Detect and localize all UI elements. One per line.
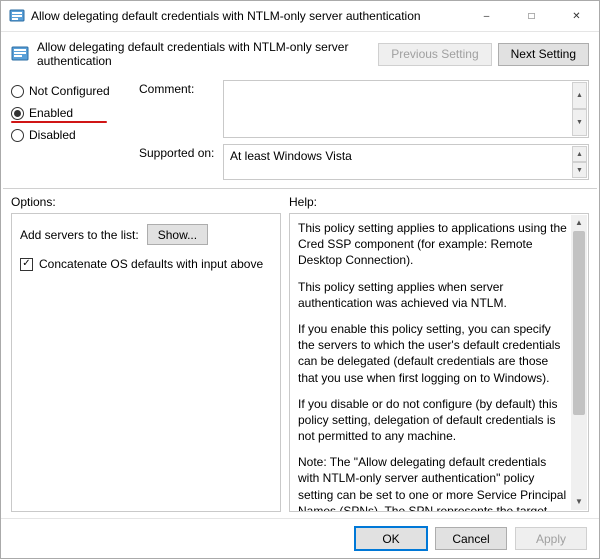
comment-label: Comment: — [139, 80, 217, 96]
header-row: Allow delegating default credentials wit… — [1, 32, 599, 76]
help-scrollbar[interactable]: ▲ ▼ — [571, 215, 587, 510]
help-pane: This policy setting applies to applicati… — [289, 213, 589, 512]
maximize-button[interactable]: □ — [509, 1, 554, 31]
show-button[interactable]: Show... — [147, 224, 208, 245]
supported-value: At least Windows Vista — [230, 149, 352, 163]
supported-box: At least Windows Vista ▲ ▼ — [223, 144, 589, 180]
policy-dialog: Allow delegating default credentials wit… — [0, 0, 600, 559]
scroll-track[interactable] — [571, 231, 587, 494]
help-label: Help: — [289, 195, 317, 209]
chevron-down-icon[interactable]: ▼ — [572, 162, 587, 178]
nav-buttons: Previous Setting Next Setting — [378, 43, 589, 66]
comment-row: Comment: ▲ ▼ — [139, 80, 589, 138]
chevron-down-icon[interactable]: ▼ — [571, 494, 587, 510]
comment-column: Comment: ▲ ▼ Supported on: At least Wind… — [139, 80, 589, 180]
radio-enabled[interactable]: Enabled — [11, 106, 129, 120]
options-pane: Add servers to the list: Show... ✓ Conca… — [11, 213, 281, 512]
state-radios: Not Configured Enabled Disabled — [11, 80, 129, 180]
window-buttons: ‒ □ ✕ — [464, 1, 599, 31]
minimize-button[interactable]: ‒ — [464, 1, 509, 31]
chevron-up-icon[interactable]: ▲ — [572, 146, 587, 162]
cancel-button[interactable]: Cancel — [435, 527, 507, 550]
chevron-down-icon[interactable]: ▼ — [572, 109, 587, 136]
radio-icon — [11, 85, 24, 98]
supported-row: Supported on: At least Windows Vista ▲ ▼ — [139, 144, 589, 180]
help-text: Note: The "Allow delegating default cred… — [298, 454, 570, 512]
previous-setting-button: Previous Setting — [378, 43, 491, 66]
apply-button: Apply — [515, 527, 587, 550]
policy-icon — [11, 45, 29, 63]
scroll-thumb[interactable] — [573, 231, 585, 415]
concat-checkbox[interactable]: ✓ — [20, 258, 33, 271]
comment-input[interactable]: ▲ ▼ — [223, 80, 589, 138]
radio-not-configured[interactable]: Not Configured — [11, 84, 129, 98]
help-text: If you enable this policy setting, you c… — [298, 321, 570, 386]
lower-panel: Add servers to the list: Show... ✓ Conca… — [1, 213, 599, 518]
concat-label: Concatenate OS defaults with input above — [39, 257, 263, 271]
chevron-up-icon[interactable]: ▲ — [572, 82, 587, 109]
help-text: If you disable or do not configure (by d… — [298, 396, 570, 445]
concat-row[interactable]: ✓ Concatenate OS defaults with input abo… — [20, 257, 272, 271]
radio-label: Enabled — [29, 106, 73, 120]
add-servers-label: Add servers to the list: — [20, 228, 139, 242]
footer-buttons: OK Cancel Apply — [1, 518, 599, 558]
upper-panel: Not Configured Enabled Disabled Comment:… — [1, 76, 599, 188]
window-title: Allow delegating default credentials wit… — [31, 9, 464, 23]
radio-label: Not Configured — [29, 84, 110, 98]
supported-label: Supported on: — [139, 144, 217, 160]
radio-icon — [11, 107, 24, 120]
chevron-up-icon[interactable]: ▲ — [571, 215, 587, 231]
radio-icon — [11, 129, 24, 142]
next-setting-button[interactable]: Next Setting — [498, 43, 589, 66]
comment-spin[interactable]: ▲ ▼ — [572, 82, 587, 136]
policy-app-icon — [9, 8, 25, 24]
titlebar: Allow delegating default credentials wit… — [1, 1, 599, 32]
help-text: This policy setting applies to applicati… — [298, 220, 570, 269]
supported-spin[interactable]: ▲ ▼ — [572, 146, 587, 178]
options-label: Options: — [11, 195, 289, 209]
section-labels: Options: Help: — [1, 189, 599, 213]
help-text: This policy setting applies when server … — [298, 279, 570, 311]
ok-button[interactable]: OK — [355, 527, 427, 550]
close-button[interactable]: ✕ — [554, 1, 599, 31]
radio-disabled[interactable]: Disabled — [11, 128, 129, 142]
policy-title: Allow delegating default credentials wit… — [37, 40, 370, 68]
add-servers-row: Add servers to the list: Show... — [20, 224, 272, 245]
radio-label: Disabled — [29, 128, 76, 142]
